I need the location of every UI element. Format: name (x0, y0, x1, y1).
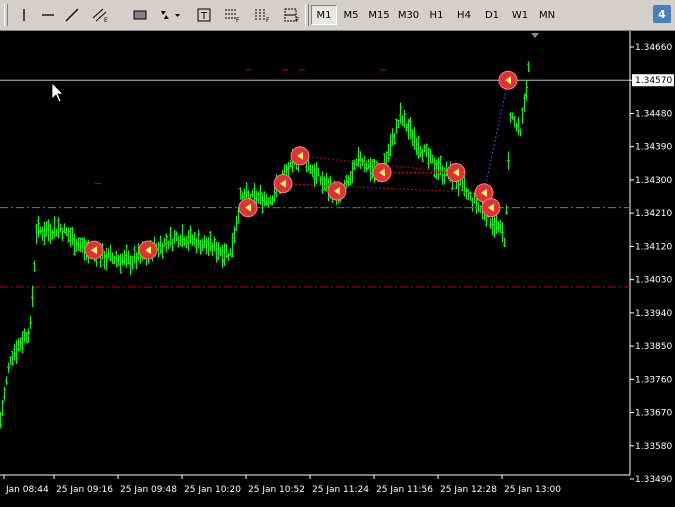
rectangle-icon (133, 10, 147, 20)
trade-link-line (282, 183, 485, 194)
price-tick-label: 1.33580 (635, 442, 672, 452)
fibonacci-retracement-icon: F (225, 9, 240, 23)
toolbar-separator (305, 4, 309, 26)
chart-shift-icon[interactable] (531, 33, 539, 38)
timeframe-d1-button[interactable]: D1 (479, 5, 505, 25)
fibonacci-expansion-icon: F (284, 8, 300, 23)
mouse-cursor-icon (51, 82, 64, 103)
time-tick-label: 25 Jan 10:20 (184, 485, 241, 495)
price-tick-label: 1.33850 (635, 342, 672, 352)
svg-text:F: F (296, 17, 300, 23)
text-label-icon: T (197, 8, 211, 22)
equidistant-channel-tool-button[interactable]: E (88, 4, 112, 26)
horizontal-line-tool-button[interactable] (36, 4, 60, 26)
trade-link-line-blue (483, 80, 509, 193)
fibonacci-retracement-tool-button[interactable]: F (220, 4, 244, 26)
vertical-line-icon (23, 9, 25, 21)
fibonacci-fan-tool-button[interactable]: F (250, 4, 274, 26)
notification-badge[interactable]: 4 (653, 5, 671, 23)
timeframe-m5-button[interactable]: M5 (339, 5, 363, 25)
trendline-tool-button[interactable] (60, 4, 84, 26)
time-tick-label: 25 Jan 11:24 (312, 485, 369, 495)
time-tick-label: Jan 08:44 (5, 485, 49, 495)
timeframe-m15-button[interactable]: M15 (365, 5, 393, 25)
timeframe-h4-button[interactable]: H4 (451, 5, 477, 25)
terminal-window: E T F F F M1 M5 M15 M30 H1 H4 D1 W1 MN 4 1.34660… (0, 0, 675, 503)
rectangle-tool-button[interactable] (128, 4, 152, 26)
chart-canvas[interactable]: 1.34660 1.34570 1.34480 1.34390 1.34300 1.342… (0, 31, 675, 503)
time-tick-label: 25 Jan 13:00 (504, 485, 561, 495)
price-tick-label: 1.33670 (635, 409, 672, 419)
price-tick-label: 1.34210 (635, 209, 672, 219)
time-tick-label: 25 Jan 10:52 (248, 485, 305, 495)
price-tick-label: 1.33940 (635, 309, 672, 319)
price-tick-label: 1.33760 (635, 375, 672, 385)
price-chart[interactable]: 1.34660 1.34570 1.34480 1.34390 1.34300 1.342… (0, 31, 675, 503)
arrows-dropdown-icon (161, 11, 180, 19)
channel-icon: E (92, 8, 108, 23)
price-tick-label: 1.34480 (635, 109, 672, 119)
horizontal-line-icon (42, 14, 54, 16)
toolbar-grip[interactable] (4, 4, 8, 26)
text-label-tool-button[interactable]: T (192, 4, 216, 26)
vertical-line-tool-button[interactable] (12, 4, 36, 26)
timeframe-m1-button[interactable]: M1 (311, 5, 337, 25)
price-tick-label: 1.34660 (635, 43, 672, 53)
price-tick-label: 1.34120 (635, 242, 672, 252)
svg-text:E: E (104, 17, 108, 23)
current-price-label: 1.34570 (635, 76, 672, 86)
timeframe-mn-button[interactable]: MN (535, 5, 559, 25)
time-tick-label: 25 Jan 09:48 (120, 485, 177, 495)
time-tick-label: 25 Jan 09:16 (56, 485, 113, 495)
timeframe-w1-button[interactable]: W1 (507, 5, 533, 25)
price-tick-label: 1.34390 (635, 143, 672, 153)
fibonacci-expansion-tool-button[interactable]: F (280, 4, 304, 26)
trendline-icon (65, 8, 79, 22)
arrows-dropdown-button[interactable] (158, 4, 182, 26)
toolbar: E T F F F M1 M5 M15 M30 H1 H4 D1 W1 MN 4 (0, 0, 675, 31)
svg-text:F: F (266, 17, 270, 23)
price-tick-label: 1.33490 (635, 475, 672, 485)
fibonacci-fan-icon: F (255, 9, 270, 23)
timeframe-h1-button[interactable]: H1 (424, 5, 449, 25)
timeframe-m30-button[interactable]: M30 (395, 5, 422, 25)
price-tick-label: 1.34300 (635, 176, 672, 186)
time-tick-label: 25 Jan 11:56 (376, 485, 433, 495)
svg-text:F: F (236, 17, 240, 23)
svg-text:T: T (200, 11, 208, 22)
price-tick-label: 1.34030 (635, 276, 672, 286)
time-tick-label: 25 Jan 12:28 (440, 485, 497, 495)
